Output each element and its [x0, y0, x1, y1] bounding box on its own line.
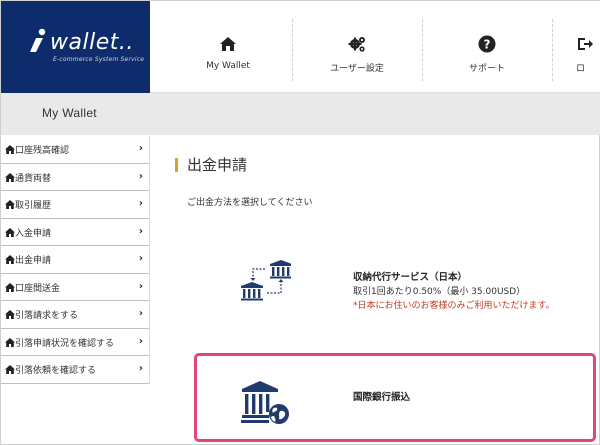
sidebar-item-history[interactable]: 取引履歴 › — [1, 191, 150, 219]
logout-icon — [578, 38, 593, 50]
home-icon — [5, 310, 15, 319]
nav-support-label: サポート — [468, 64, 505, 74]
bank-transfer-icon[interactable] — [239, 260, 291, 306]
chevron-right-icon: › — [138, 170, 143, 182]
nav-logout-label: ロ — [576, 64, 586, 74]
chevron-right-icon: › — [138, 143, 143, 154]
home-icon — [5, 172, 15, 182]
sidebar-item-balance[interactable]: 口座残高確認 › — [1, 136, 150, 164]
logo-tagline: E-commerce System Service — [53, 56, 145, 63]
chevron-right-icon: › — [138, 308, 143, 319]
chevron-right-icon: › — [138, 280, 143, 292]
page-title: 出金申請 — [187, 156, 248, 174]
sidebar-item-label: 取引履歴 — [15, 201, 52, 211]
nav-support[interactable]: ? サポート — [422, 21, 552, 91]
home-icon — [5, 145, 15, 154]
nav-user-settings[interactable]: ユーザー設定 — [292, 21, 422, 91]
nav-my-wallet-label: My Wallet — [206, 61, 250, 71]
logo-text: wallet.. — [50, 30, 134, 55]
home-icon — [5, 337, 15, 347]
home-icon — [5, 227, 15, 237]
sidebar-item-label: 口座残高確認 — [15, 146, 70, 156]
sidebar-item-debit-confirm[interactable]: 引落依頼を確認する › — [1, 356, 150, 384]
option-collection-service-name[interactable]: 収納代行サービス（日本） — [353, 269, 467, 283]
chevron-right-icon: › — [138, 335, 143, 347]
home-icon — [5, 282, 15, 292]
sidebar-title: My Wallet — [42, 106, 97, 120]
home-icon — [5, 200, 15, 209]
sidebar-item-label: 通貨両替 — [15, 173, 52, 184]
nav-my-wallet[interactable]: My Wallet — [163, 21, 293, 91]
gears-icon — [348, 37, 365, 52]
sidebar-item-exchange[interactable]: 通貨両替 › — [1, 163, 150, 191]
sidebar-item-deposit[interactable]: 入金申請 › — [1, 218, 150, 246]
option-collection-service-note: *日本にお住いのお客様のみご利用いただけます。 — [353, 301, 555, 311]
international-bank-icon[interactable] — [241, 380, 291, 426]
chevron-right-icon: › — [138, 225, 143, 237]
sidebar-item-withdrawal[interactable]: 出金申請 › — [1, 246, 150, 274]
sidebar-item-label: 引落請求をする — [15, 311, 79, 321]
page-subtitle: ご出金方法を選択してください — [187, 198, 313, 208]
sidebar-item-label: 口座間送金 — [15, 283, 61, 294]
sidebar-menu: 口座残高確認 › 通貨両替 › 取引履歴 › 入金申請 › 出金申請 › 口座間… — [1, 136, 150, 384]
chevron-right-icon: › — [138, 363, 143, 374]
wallet-logo-icon — [30, 28, 46, 52]
chevron-right-icon: › — [138, 253, 143, 264]
home-icon — [5, 255, 15, 264]
logo[interactable]: wallet.. E-commerce System Service — [1, 1, 150, 93]
svg-text:?: ? — [484, 38, 491, 52]
sidebar-item-label: 引落申請状況を確認する — [15, 338, 115, 349]
option-international-transfer-name[interactable]: 国際銀行振込 — [353, 389, 410, 403]
option-collection-service-fee: 取引1回あたり0.50%（最小 35.00USD） — [353, 287, 526, 297]
title-accent-bar — [175, 158, 178, 172]
question-icon: ? — [478, 35, 496, 53]
home-icon — [220, 37, 236, 51]
sidebar-item-debit-status[interactable]: 引落申請状況を確認する › — [1, 328, 150, 356]
sidebar-item-transfer[interactable]: 口座間送金 › — [1, 273, 150, 301]
sidebar-item-label: 引落依頼を確認する — [15, 366, 97, 376]
sidebar-item-debit-request[interactable]: 引落請求をする › — [1, 301, 150, 329]
sidebar-item-label: 入金申請 — [15, 228, 52, 239]
sidebar-item-label: 出金申請 — [15, 256, 52, 266]
home-icon — [5, 365, 15, 374]
chevron-right-icon: › — [138, 198, 143, 209]
nav-logout[interactable]: ロ — [552, 21, 600, 91]
nav-user-settings-label: ユーザー設定 — [330, 64, 384, 74]
top-nav: My Wallet ユーザー設定 ? サポート ロ — [150, 1, 600, 93]
